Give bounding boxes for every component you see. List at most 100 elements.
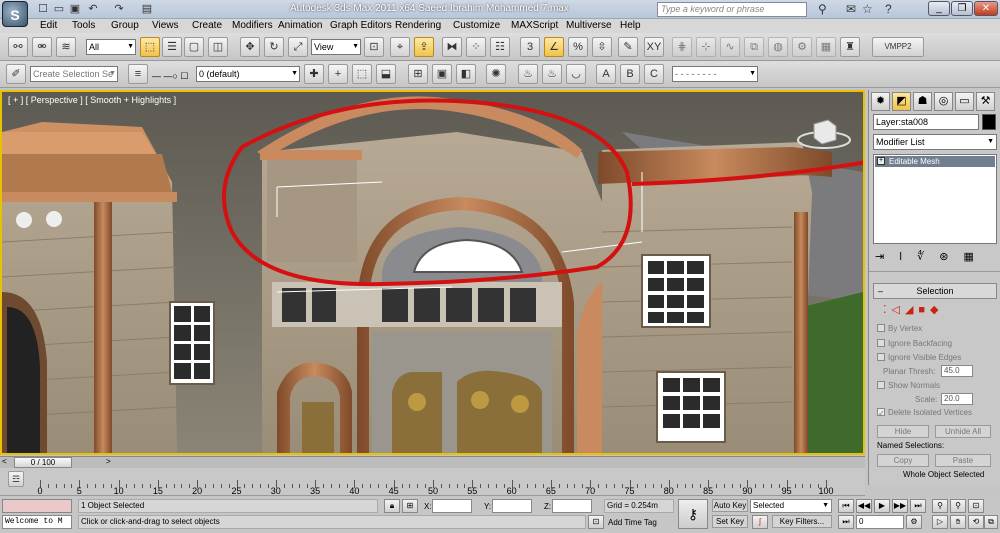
app-logo-button[interactable]: S (2, 1, 28, 27)
key-mode-select[interactable]: Selected ▼ (750, 499, 832, 513)
render-viewport-icon[interactable]: ▣ (432, 64, 452, 84)
array-icon[interactable]: ⋕ (672, 37, 692, 57)
render-setup-icon[interactable]: ⚙ (792, 37, 812, 57)
hierarchy-tab-icon[interactable]: ☗ (913, 92, 932, 111)
close-button[interactable]: ✕ (974, 1, 998, 16)
maxscript-listener[interactable]: Welcome to M (2, 515, 72, 529)
save-icon[interactable]: ▣ (68, 2, 82, 16)
ignore-visible-edges-checkbox[interactable]: Ignore Visible Edges (877, 353, 961, 362)
by-vertex-checkbox[interactable]: By Vertex (877, 324, 922, 333)
time-tag-icon[interactable]: ⊡ (588, 515, 604, 529)
time-slider[interactable]: < 0 / 100 > (0, 456, 865, 468)
menu-group[interactable]: Group (111, 19, 139, 33)
y-coordinate-field[interactable] (492, 499, 532, 513)
reaction-a-icon[interactable]: A (596, 64, 616, 84)
field-of-view-icon[interactable]: ▷ (932, 515, 948, 529)
copy-button[interactable]: Copy (877, 454, 929, 467)
time-slider-thumb[interactable]: 0 / 100 (14, 457, 72, 468)
viewport-layout-icon[interactable]: ⊞ (408, 64, 428, 84)
move-icon[interactable]: ✥ (240, 37, 260, 57)
unlink-icon[interactable]: ⚮ (32, 37, 52, 57)
help-icon[interactable]: ? (885, 2, 892, 16)
render-region-icon[interactable]: ◧ (456, 64, 476, 84)
layer-icon[interactable]: ≡ (128, 64, 148, 84)
edit-named-sets-icon[interactable]: ✐ (6, 64, 26, 84)
material-editor-icon[interactable]: ◍ (768, 37, 788, 57)
keyboard-shortcut-override-icon[interactable]: ⇪ (414, 37, 434, 57)
pan-icon[interactable]: ✋︎ (950, 515, 966, 529)
new-icon[interactable]: ☐ (36, 2, 50, 16)
paste-button[interactable]: Paste (935, 454, 991, 467)
mini-curve-editor-icon[interactable]: ☲ (8, 471, 24, 487)
zoom-all-icon[interactable]: ⚲ (950, 499, 966, 513)
x-coordinate-field[interactable] (432, 499, 472, 513)
search-input[interactable]: Type a keyword or phrase (657, 2, 807, 17)
menu-rendering[interactable]: Rendering (395, 19, 441, 33)
edit-named-selection-icon[interactable]: ✎ (618, 37, 638, 57)
stack-tools-icons[interactable]: ⇥ ǀ ∜ ⊛ ▦ (875, 250, 980, 263)
scale-icon[interactable]: ⤢ (288, 37, 308, 57)
environment-icon[interactable]: ✺ (486, 64, 506, 84)
transform-gizmo-icon[interactable]: ⊹ (696, 37, 716, 57)
menu-modifiers[interactable]: Modifiers (232, 19, 273, 33)
add-to-layer-icon[interactable]: + (328, 64, 348, 84)
menu-multiverse[interactable]: Multiverse (566, 19, 612, 33)
delete-isolated-checkbox[interactable]: ✓ Delete Isolated Vertices (877, 408, 972, 418)
modify-tab-icon[interactable]: ◩ (892, 92, 911, 111)
select-object-icon[interactable]: ⬚ (140, 37, 160, 57)
display-tab-icon[interactable]: ▭ (955, 92, 974, 111)
unhide-all-button[interactable]: Unhide All (935, 425, 991, 438)
menu-maxscript[interactable]: MAXScript (511, 19, 558, 33)
reaction-b-icon[interactable]: B (620, 64, 640, 84)
reference-coordinate-select[interactable]: View ▼ (311, 39, 361, 55)
selection-filter-select[interactable]: All ▼ (86, 39, 136, 55)
set-key-mode-icon[interactable]: ⚷ (678, 499, 708, 529)
prev-frame-icon[interactable]: < (2, 457, 7, 466)
key-curve-icon[interactable]: ∫ (752, 515, 768, 529)
lock-selection-icon[interactable]: 🔒︎ (384, 499, 400, 513)
set-current-layer-icon[interactable]: ⬓ (376, 64, 396, 84)
menu-views[interactable]: Views (152, 19, 179, 33)
zoom-extents-icon[interactable]: ⊡ (968, 499, 984, 513)
play-icon[interactable]: ▶ (874, 499, 890, 513)
menu-tools[interactable]: Tools (72, 19, 95, 33)
next-key-icon[interactable]: ▶▶ (892, 499, 908, 513)
favorites-icon[interactable]: ☆ (862, 2, 873, 16)
teapot-quick-icon[interactable]: ◡ (566, 64, 586, 84)
track-bar[interactable]: ☲ 0 5 10 15 20 25 30 35 40 45 50 55 60 65 70 75 80 85 90 95… (0, 468, 865, 496)
modifier-list-select[interactable]: Modifier List ▼ (873, 134, 997, 150)
layer-manager-icon[interactable]: ☷ (490, 37, 510, 57)
project-icon[interactable]: ▤ (140, 2, 154, 16)
new-layer-icon[interactable]: ✚ (304, 64, 324, 84)
planar-thresh-spinner[interactable]: 45.0 (941, 365, 973, 377)
vmpp-button[interactable]: VMPP2 (872, 37, 924, 57)
curve-editor-icon[interactable]: ∿ (720, 37, 740, 57)
add-time-tag-button[interactable]: Add Time Tag (608, 518, 657, 527)
utilities-tab-icon[interactable]: ⚒ (976, 92, 995, 111)
constraint-xy-icon[interactable]: XY (644, 37, 664, 57)
menu-animation[interactable]: Animation (278, 19, 322, 33)
spinner-snap-icon[interactable]: ⇳ (592, 37, 612, 57)
undo-icon[interactable]: ↶ (86, 2, 100, 16)
teapot-render-icon[interactable]: ♨ (518, 64, 538, 84)
pivot-center-icon[interactable]: ⊡ (364, 37, 384, 57)
object-color-swatch[interactable] (982, 114, 996, 130)
prev-key-icon[interactable]: ◀◀ (856, 499, 872, 513)
z-coordinate-field[interactable] (552, 499, 592, 513)
menu-help[interactable]: Help (620, 19, 641, 33)
line-style-select[interactable]: - - - - - - - - ▼ (672, 66, 758, 82)
select-by-name-icon[interactable]: ☰ (162, 37, 182, 57)
expand-icon[interactable]: + (877, 157, 885, 165)
align-icon[interactable]: ⁘ (466, 37, 486, 57)
redo-icon[interactable]: ↷ (112, 2, 126, 16)
viewport-label[interactable]: [ + ] [ Perspective ] [ Smooth + Highlig… (8, 95, 176, 105)
time-config-icon[interactable]: ⚙ (906, 515, 922, 529)
modifier-stack[interactable]: + Editable Mesh (873, 154, 997, 244)
menu-graph-editors[interactable]: Graph Editors (330, 19, 392, 33)
goto-start-icon[interactable]: ⏮ (838, 499, 854, 513)
key-mode-toggle-icon[interactable]: ⏭ (838, 515, 854, 529)
next-frame-icon[interactable]: > (106, 457, 111, 466)
rendered-frame-icon[interactable]: ▦ (816, 37, 836, 57)
teapot-active-icon[interactable]: ♨ (542, 64, 562, 84)
reaction-c-icon[interactable]: C (644, 64, 664, 84)
